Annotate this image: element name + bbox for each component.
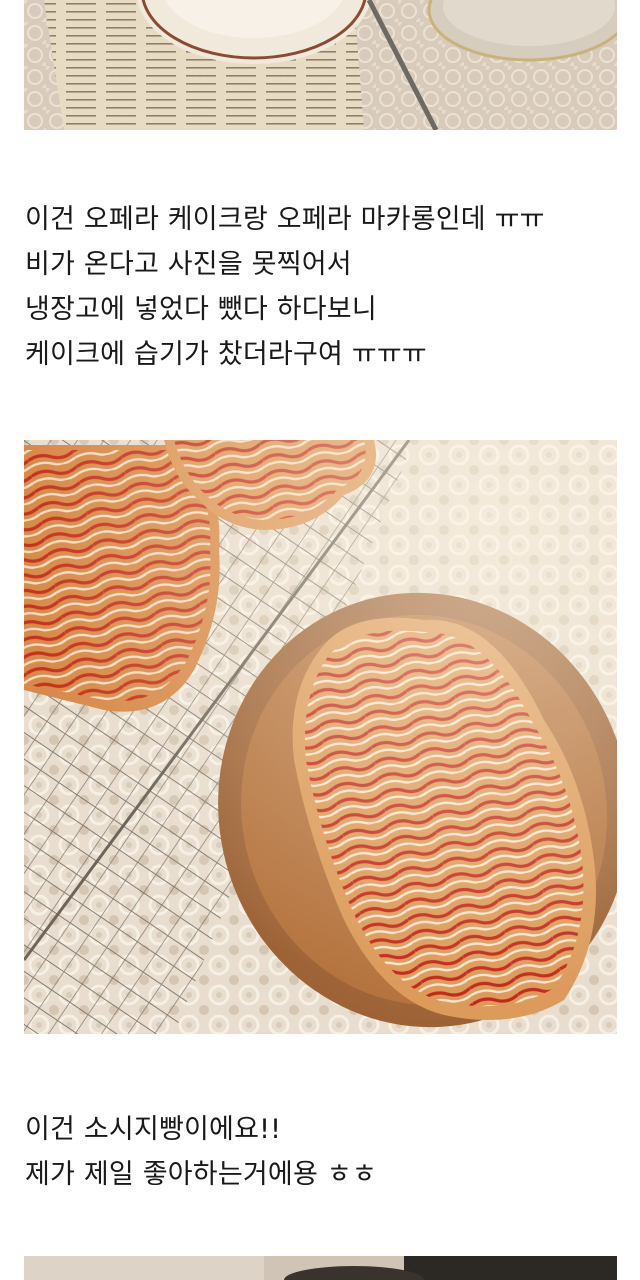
caption-line: 이건 소시지빵이에요!! — [25, 1114, 282, 1145]
photo-plate-book-lace — [24, 0, 617, 130]
caption-line: 이건 오페라 케이크랑 오페라 마카롱인데 ㅠㅠ — [25, 204, 545, 235]
caption-line: 케이크에 습기가 찼더라구여 ㅠㅠㅠ — [25, 339, 427, 370]
photo-next-partial — [24, 1256, 617, 1280]
caption-sausage-bread: 이건 소시지빵이에요!! 제가 제일 좋아하는거에용 ㅎㅎ — [25, 1107, 625, 1197]
caption-line: 제가 제일 좋아하는거에용 ㅎㅎ — [25, 1159, 377, 1190]
caption-line: 비가 온다고 사진을 못찍어서 — [25, 249, 352, 280]
photo-sausage-bread — [24, 440, 617, 1034]
caption-opera-cake: 이건 오페라 케이크랑 오페라 마카롱인데 ㅠㅠ 비가 온다고 사진을 못찍어서… — [25, 197, 625, 377]
caption-line: 냉장고에 넣었다 뺐다 하다보니 — [25, 294, 377, 325]
